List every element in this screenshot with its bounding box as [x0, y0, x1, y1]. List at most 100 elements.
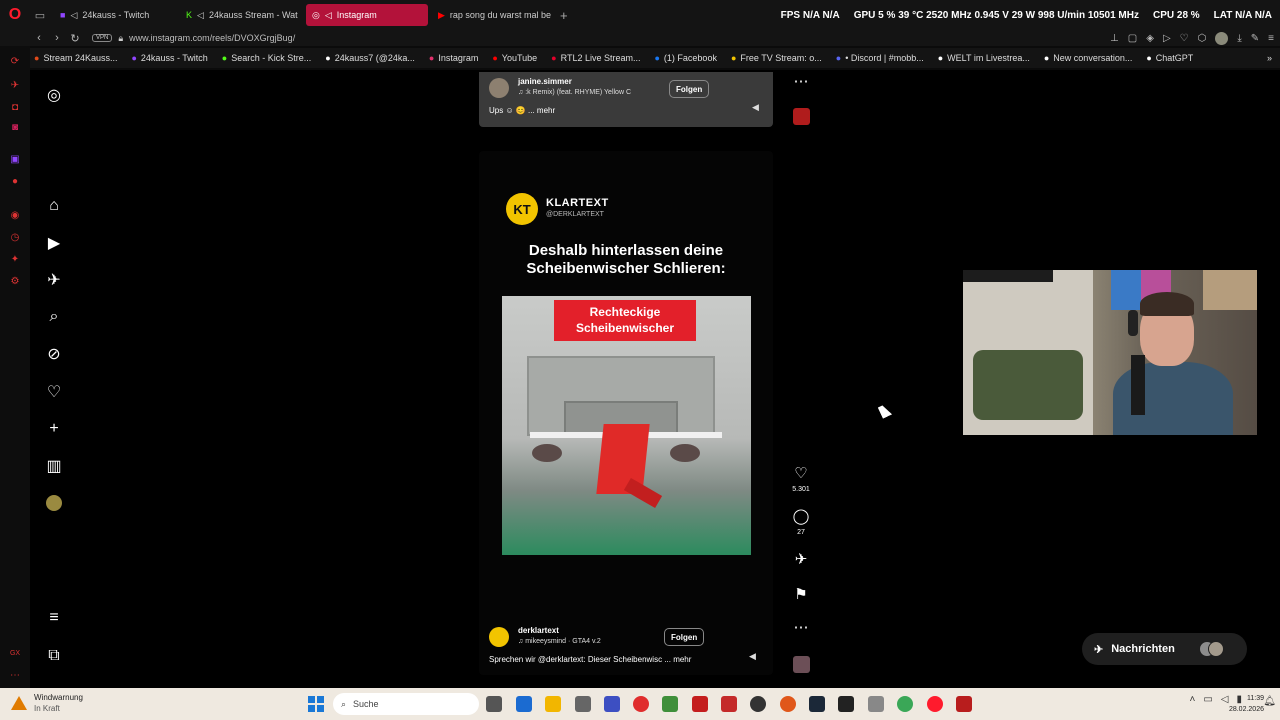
mouse-app-icon[interactable]: [575, 696, 591, 712]
shield-icon[interactable]: ◈: [1146, 33, 1154, 44]
gx-icon[interactable]: GX: [8, 650, 22, 662]
twitch-panel-icon[interactable]: ▣: [8, 154, 22, 166]
more-options-icon[interactable]: ⋯: [791, 618, 811, 636]
speaker-icon[interactable]: ◀: [752, 102, 759, 113]
volume-icon[interactable]: ◁: [1221, 694, 1229, 705]
bookmark-item[interactable]: ● Stream 24Kauss...: [34, 53, 117, 63]
tab-youtube[interactable]: ▶ rap song du warst mal be: [432, 4, 554, 26]
app-icon[interactable]: [721, 696, 737, 712]
extensions-icon[interactable]: ⬡: [1198, 33, 1207, 44]
v-app-icon[interactable]: [604, 696, 620, 712]
tab-menu-icon[interactable]: ▭: [30, 9, 50, 22]
bookmark-item[interactable]: ● 24kauss - Twitch: [131, 53, 207, 63]
like-heart-icon[interactable]: ♡: [791, 464, 811, 482]
bookmark-item[interactable]: ● Search - Kick Stre...: [222, 53, 311, 63]
reel-music[interactable]: ♫ mikeeysmind · GTA4 v.2: [518, 638, 601, 645]
bookmark-item[interactable]: ● YouTube: [492, 53, 537, 63]
bookmark-item[interactable]: ● RTL2 Live Stream...: [551, 53, 640, 63]
app-icon[interactable]: [750, 696, 766, 712]
app-icon[interactable]: [868, 696, 884, 712]
gx-corner-icon[interactable]: ◘: [8, 102, 22, 114]
flow-icon[interactable]: ✈: [8, 80, 22, 92]
create-plus-icon[interactable]: +: [44, 419, 64, 439]
task-view-icon[interactable]: [486, 696, 502, 712]
settings-icon[interactable]: ⚙: [8, 276, 22, 288]
current-reel[interactable]: KT KLARTEXT @DERKLARTEXT Deshalb hinterl…: [479, 151, 773, 675]
tab-twitch[interactable]: ■ ◁ 24kauss - Twitch: [54, 4, 176, 26]
windows-start-icon[interactable]: [308, 696, 324, 712]
calculator-icon[interactable]: [516, 696, 532, 712]
ai-icon[interactable]: ✎: [1251, 33, 1259, 44]
bookmark-item[interactable]: ● WELT im Livestrea...: [938, 53, 1030, 63]
network-icon[interactable]: ▭: [1203, 694, 1212, 705]
explore-icon[interactable]: ⊘: [44, 344, 64, 364]
bookmark-item[interactable]: ● (1) Facebook: [654, 53, 716, 63]
weather-title[interactable]: Windwarnung: [34, 693, 83, 702]
bookmark-item[interactable]: ● Free TV Stream: o...: [731, 53, 822, 63]
url-field[interactable]: www.instagram.com/reels/DVOXGrgjBug/: [129, 33, 295, 43]
share-icon[interactable]: ✈: [791, 550, 811, 568]
save-bookmark-icon[interactable]: ⚑: [791, 585, 811, 603]
comment-icon[interactable]: ◯: [791, 507, 811, 525]
file-explorer-icon[interactable]: [545, 696, 561, 712]
audio-thumbnail[interactable]: [793, 108, 810, 125]
more-icon[interactable]: ⋯: [8, 670, 22, 682]
profile-avatar[interactable]: [44, 493, 64, 513]
follow-button[interactable]: Folgen: [664, 628, 705, 646]
heart-icon[interactable]: ♡: [1180, 33, 1189, 44]
play-icon[interactable]: ▷: [1163, 33, 1171, 44]
bookmark-item[interactable]: ● ChatGPT: [1146, 53, 1193, 63]
app-icon[interactable]: [633, 696, 649, 712]
download-icon[interactable]: ⤓: [1237, 33, 1241, 44]
more-options-icon[interactable]: ⋯: [791, 72, 811, 90]
avatar[interactable]: [489, 78, 509, 98]
extensions-panel-icon[interactable]: ✦: [8, 254, 22, 266]
more-menu-icon[interactable]: ≡: [44, 608, 64, 628]
bookmark-item[interactable]: ● • Discord | #mobb...: [836, 53, 924, 63]
comment-count[interactable]: 27: [781, 529, 821, 536]
new-tab-button[interactable]: +: [560, 8, 568, 23]
snapshot-icon[interactable]: ▢: [1128, 33, 1137, 44]
reel-caption[interactable]: Sprechen wir @derklartext: Dieser Scheib…: [489, 655, 691, 664]
video-frame[interactable]: Rechteckige Scheibenwischer: [502, 296, 751, 555]
tab-instagram[interactable]: ◎ ◁ Instagram: [306, 4, 428, 26]
clock[interactable]: 11:39 28.02.2026: [1229, 693, 1264, 715]
app-icon[interactable]: [692, 696, 708, 712]
bookmarks-overflow-icon[interactable]: »: [1267, 53, 1272, 63]
weather-subtitle[interactable]: In Kraft: [34, 704, 60, 713]
warning-icon[interactable]: [11, 696, 27, 710]
previous-reel[interactable]: janine.simmer ♫ :k Remix) (feat. RHYME) …: [479, 72, 773, 127]
back-icon[interactable]: ‹: [30, 32, 48, 44]
reel-music[interactable]: ♫ :k Remix) (feat. RHYME) Yellow C: [518, 89, 631, 96]
chevron-up-icon[interactable]: ˄: [1189, 694, 1195, 705]
history-icon[interactable]: ◷: [8, 232, 22, 244]
reel-username[interactable]: janine.simmer: [518, 77, 572, 86]
reel-caption[interactable]: Ups ☺ 😊 ... mehr: [489, 106, 555, 115]
forward-icon[interactable]: ›: [48, 32, 66, 44]
profile-avatar-icon[interactable]: [1215, 31, 1229, 45]
pin-icon[interactable]: ⊥: [1110, 33, 1119, 44]
app-icon[interactable]: [780, 696, 796, 712]
opera-logo-icon[interactable]: O: [0, 0, 30, 30]
home-icon[interactable]: ⌂: [44, 196, 64, 216]
avatar[interactable]: [489, 627, 509, 647]
instagram-panel-icon[interactable]: ◙: [8, 122, 22, 134]
dashboard-icon[interactable]: ▥: [44, 456, 64, 476]
player-icon[interactable]: ◉: [8, 210, 22, 222]
direct-icon[interactable]: ✈: [44, 270, 64, 290]
like-count[interactable]: 5.301: [781, 486, 821, 493]
notification-bell-icon[interactable]: 🔔︎: [1263, 696, 1276, 707]
app-icon[interactable]: [956, 696, 972, 712]
aria-icon[interactable]: ⟳: [8, 56, 22, 68]
steam-icon[interactable]: [809, 696, 825, 712]
bookmark-item[interactable]: ● New conversation...: [1044, 53, 1132, 63]
youtube-panel-icon[interactable]: ●: [8, 176, 22, 188]
taskbar-search[interactable]: ⌕ Suche: [333, 693, 479, 715]
reels-icon[interactable]: ▶: [44, 233, 64, 253]
bookmark-item[interactable]: ● Instagram: [429, 53, 478, 63]
menu-icon[interactable]: ≡: [1268, 33, 1274, 44]
follow-button[interactable]: Folgen: [669, 80, 710, 98]
speaker-icon[interactable]: ◀: [749, 651, 756, 662]
also-from-meta-icon[interactable]: ⧉: [44, 646, 64, 666]
audio-thumbnail[interactable]: [793, 656, 810, 673]
